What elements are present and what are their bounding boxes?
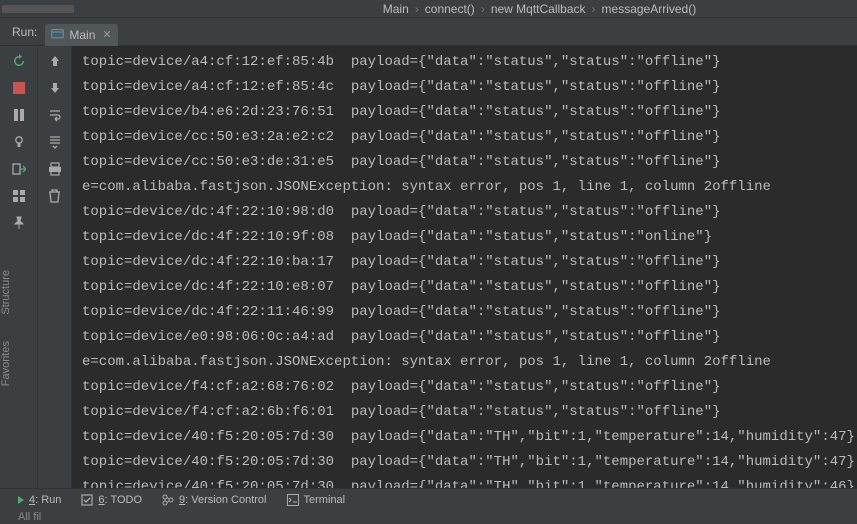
close-icon[interactable]: ✕ [102,28,111,41]
run-toolbar-secondary [38,46,72,496]
structure-tool-button[interactable]: Structure [0,270,12,315]
breadcrumb-item[interactable]: messageArrived() [602,2,697,16]
breadcrumb: Main › connect() › new MqttCallback › me… [222,2,857,16]
layout-icon[interactable] [12,189,26,203]
todo-icon [81,494,93,506]
vcs-icon [162,494,174,506]
breadcrumb-item[interactable]: connect() [425,2,475,16]
vcs-tool-button[interactable]: 9: Version Control [162,494,266,506]
terminal-icon [287,494,299,506]
chevron-right-icon: › [481,2,485,16]
status-bar: All fil [0,510,857,524]
breadcrumb-item[interactable]: Main [383,2,409,16]
run-tab-label: Main [69,28,95,42]
run-icon [18,496,24,504]
horizontal-scrollbar[interactable] [2,3,222,15]
chevron-right-icon: › [415,2,419,16]
trash-icon[interactable] [48,189,62,203]
dump-threads-icon[interactable] [12,135,26,149]
chevron-right-icon: › [592,2,596,16]
soft-wrap-icon[interactable] [48,108,62,122]
left-tool-stripe: Structure Favorites [0,270,12,386]
editor-top-bar: Main › connect() › new MqttCallback › me… [0,0,857,18]
scrollbar-thumb[interactable] [2,5,74,13]
run-label: Run: [0,25,45,39]
down-arrow-icon[interactable] [48,81,62,95]
scroll-to-end-icon[interactable] [48,135,62,149]
bottom-tool-stripe: 4: Run 6: TODO 9: Version Control Termin… [0,488,857,510]
run-config-tab[interactable]: Main ✕ [45,24,117,46]
exit-icon[interactable] [12,162,26,176]
pin-icon[interactable] [12,216,26,230]
run-tool-window-header: Run: Main ✕ [0,18,857,46]
application-icon [51,28,64,41]
console-output[interactable]: topic=device/a4:cf:12:ef:85:4b payload={… [72,46,857,496]
todo-tool-button[interactable]: 6: TODO [81,494,142,506]
favorites-tool-button[interactable]: Favorites [0,341,12,386]
status-text: All fil [18,511,41,523]
terminal-tool-button[interactable]: Terminal [287,494,346,506]
run-tool-button[interactable]: 4: Run [18,494,61,506]
pause-icon[interactable] [12,108,26,122]
print-icon[interactable] [48,162,62,176]
rerun-icon[interactable] [12,54,26,68]
breadcrumb-item[interactable]: new MqttCallback [491,2,586,16]
up-arrow-icon[interactable] [48,54,62,68]
stop-icon[interactable] [12,81,26,95]
